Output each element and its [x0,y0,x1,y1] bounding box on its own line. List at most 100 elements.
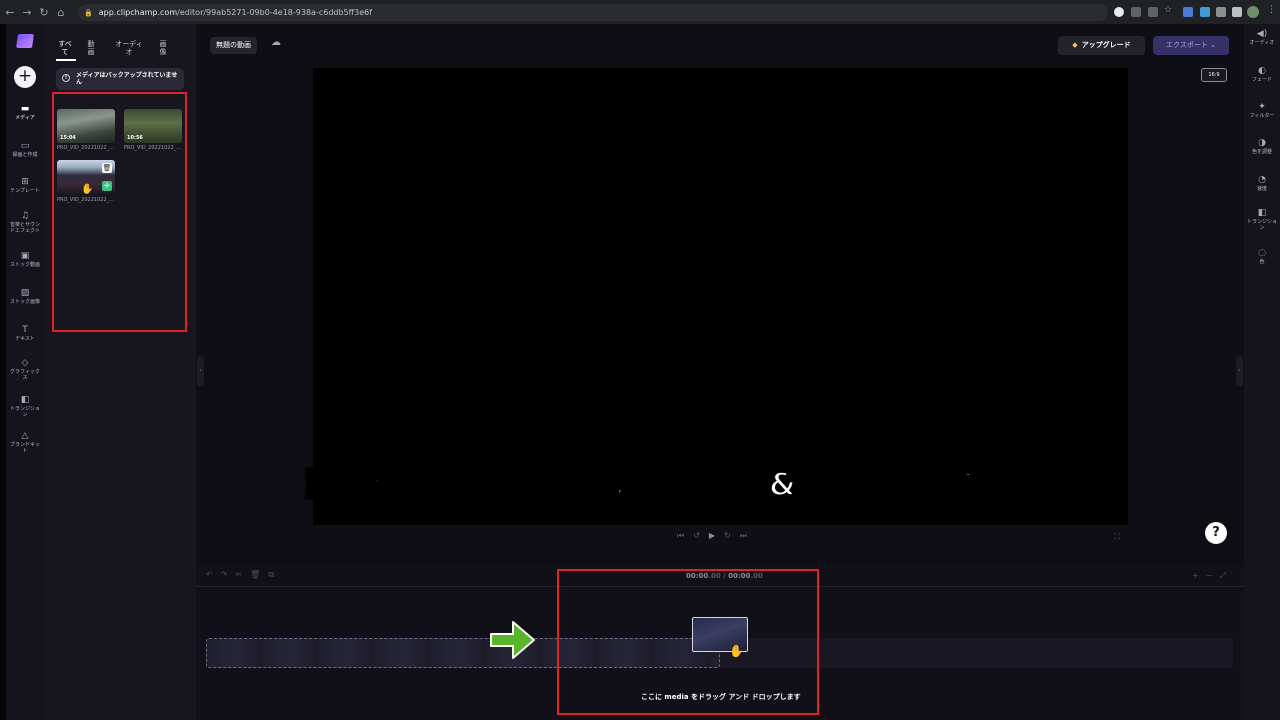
upgrade-button[interactable]: ◆ アップグレード [1058,36,1145,55]
camera-icon: ▭ [20,141,30,151]
fit-icon[interactable]: ⤢ [1219,571,1225,581]
clipchamp-logo[interactable] [16,34,34,48]
back-icon[interactable]: ← [3,6,17,19]
install-icon[interactable] [1131,7,1141,17]
project-title[interactable]: 無題の動画 [210,37,257,54]
tab-images[interactable]: 画像 [158,40,168,56]
editor-header: 無題の動画 ☁ ◆ アップグレード エクスポート ⌄ [196,24,1244,64]
highlight-box-timeline [557,569,819,715]
zoom-controls: + − ⤢ [1192,571,1226,581]
palette-icon: ◌ [1258,248,1266,258]
nav-label: 音楽とサウンドエフェクト [9,222,40,234]
nav-label: テキスト [15,336,35,342]
properties-panel: ◀) オーディオ ◐ フェード ✦ フィルター ◑ 色を調整 ◔ 速度 ◧ トランジション … [1244,24,1280,720]
tab-audio[interactable]: オーディオ [114,40,144,56]
zoom-in-icon[interactable]: + [1192,571,1199,581]
text-icon: T [22,325,28,335]
tab-underline [56,59,76,61]
upgrade-label: アップグレード [1081,41,1131,49]
skip-end-icon[interactable]: ⏭ [740,531,747,543]
avatar[interactable] [1247,6,1259,18]
star-icon[interactable]: ☆ [1164,5,1174,15]
nav-label: グラフィックス [10,369,40,381]
collapse-left-handle[interactable]: ‹ [197,356,204,386]
fullscreen-icon[interactable]: ⛶ [1114,532,1120,542]
nav-item-stock-video[interactable]: ▣ ストック動画 [6,251,44,269]
highlight-box-media [52,92,187,332]
tab-video[interactable]: 動画 [86,40,96,56]
extension-icon[interactable] [1183,7,1193,17]
aspect-ratio-button[interactable]: 16:9 [1201,68,1227,82]
rewind-icon[interactable]: ↺ [693,531,700,543]
nav-item-stock-image[interactable]: ▨ ストック画像 [6,289,44,306]
delete-icon[interactable]: 🗑 [250,570,260,580]
timeline-toolbar: ↶ ↷ ✂ 🗑 ⧉ [206,570,274,580]
google-lens-icon[interactable] [1114,7,1124,17]
nav-label: テンプレート [10,188,40,194]
nav-item-graphics[interactable]: ◇ グラフィックス [6,358,44,382]
menu-icon[interactable]: ⋮ [1267,5,1277,15]
video-preview[interactable] [313,68,1128,525]
shapes-icon: ◇ [21,358,29,368]
backup-notice-text: メディアはバックアップされていません [76,72,178,86]
panel-item-speed[interactable]: ◔ 速度 [1244,175,1280,193]
template-icon: ⊞ [21,177,29,187]
nav-label: メディア [15,115,35,121]
chevron-up-icon[interactable]: ⌃ [172,73,178,80]
zoom-out-icon[interactable]: − [1206,571,1213,581]
address-bar[interactable]: 🔒 app.clipchamp.com /editor/99ab5271-09b… [78,4,1108,21]
lock-icon: 🔒 [84,8,93,17]
collapse-right-handle[interactable]: › [1236,356,1243,386]
transition-icon: ◧ [1257,208,1267,218]
film-icon: ▣ [20,251,30,261]
reload-icon[interactable]: ↻ [37,6,51,19]
fade-icon: ◐ [1258,66,1266,76]
puzzle-icon[interactable] [1216,7,1226,17]
export-button[interactable]: エクスポート ⌄ [1153,36,1229,55]
panel-item-transitions[interactable]: ◧ トランジション [1244,208,1280,232]
extension-icon[interactable] [1200,7,1210,17]
play-icon[interactable]: ▶ [709,531,715,543]
nav-label: トランジション [9,406,40,418]
nav-item-text[interactable]: T テキスト [6,325,44,343]
panel-item-color[interactable]: ◌ 色 [1244,248,1280,266]
share-icon[interactable] [1148,7,1158,17]
duplicate-icon[interactable]: ⧉ [268,570,274,580]
panel-item-adjust-colors[interactable]: ◑ 色を調整 [1244,139,1280,156]
browser-toolbar: ← → ↻ ⌂ 🔒 app.clipchamp.com /editor/99ab… [0,0,1280,24]
panel-item-fade[interactable]: ◐ フェード [1244,66,1280,84]
split-icon[interactable]: ✂ [235,570,242,580]
redo-icon[interactable]: ↷ [221,570,228,580]
cloud-off-icon[interactable]: ☁ [271,37,281,48]
folder-icon: ▬ [20,104,30,114]
skip-start-icon[interactable]: ⏮ [677,531,684,543]
speed-icon: ◔ [1258,175,1266,185]
forward-icon[interactable]: ↻ [724,531,731,543]
forward-icon[interactable]: → [20,6,34,19]
nav-label: ブランドキット [9,442,40,454]
home-icon[interactable]: ⌂ [54,6,68,19]
panel-item-filters[interactable]: ✦ フィルター [1244,102,1280,120]
nav-item-record[interactable]: ▭ 録画と作成 [6,141,44,159]
nav-item-transitions[interactable]: ◧ トランジション [6,396,44,419]
panel-item-audio[interactable]: ◀) オーディオ [1244,30,1280,47]
nav-item-music[interactable]: ♫ 音楽とサウンドエフェクト [6,212,44,235]
overlay-caption: 動画をタイムライン上にドラッグ&ドロップしてください [305,466,1105,504]
green-arrow-icon [490,621,535,659]
info-icon: ! [62,74,70,82]
nav-item-brand-kit[interactable]: △ ブランドキット [6,432,44,455]
nav-label: ストック画像 [9,299,40,305]
panel-label: フェード [1251,77,1272,83]
diamond-icon: ◆ [1072,41,1078,49]
url-host: app.clipchamp.com [98,8,178,17]
nav-item-media[interactable]: ▬ メディア [6,104,44,122]
filter-icon: ✦ [1258,102,1266,112]
panel-label: トランジション [1246,219,1277,231]
nav-item-templates[interactable]: ⊞ テンプレート [6,177,44,195]
backup-notice[interactable]: ! メディアはバックアップされていません ⌃ [56,68,184,90]
tab-all[interactable]: すべて [56,40,74,56]
undo-icon[interactable]: ↶ [206,570,213,580]
help-button[interactable]: ? [1205,522,1227,544]
add-button[interactable]: + [14,66,36,88]
sidepanel-icon[interactable] [1232,7,1242,17]
